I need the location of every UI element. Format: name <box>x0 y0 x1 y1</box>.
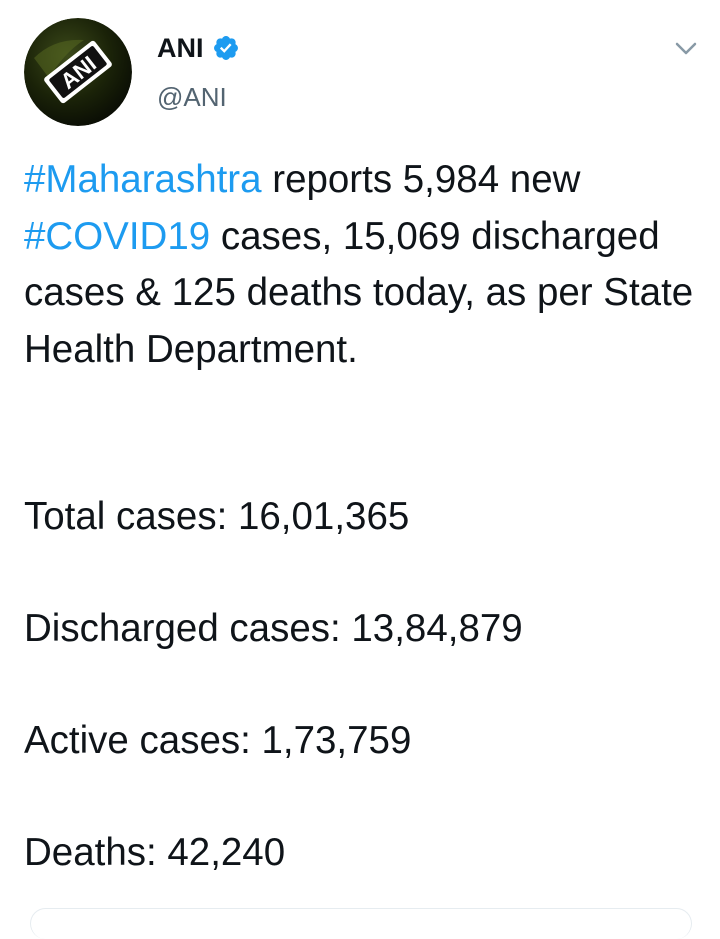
chevron-down-icon[interactable] <box>672 34 700 62</box>
author-display-name[interactable]: ANI <box>157 33 204 64</box>
ani-logo-icon: ANI <box>24 18 132 126</box>
stat-discharged-cases: Discharged cases: 13,84,879 <box>24 607 523 650</box>
avatar[interactable]: ANI <box>24 18 132 126</box>
tweet-intro: #Maharashtra reports 5,984 new #COVID19 … <box>24 152 704 378</box>
stat-total-cases: Total cases: 16,01,365 <box>24 495 410 538</box>
hashtag-link[interactable]: #Maharashtra <box>24 158 262 201</box>
hashtag-link[interactable]: #COVID19 <box>24 215 210 258</box>
tweet-body: #Maharashtra reports 5,984 new #COVID19 … <box>24 152 704 378</box>
tweet-text-segment: reports 5,984 new <box>261 158 581 201</box>
tweet: ANI ANI @ANI #Maharashtra reports 5,984 … <box>0 0 720 939</box>
author-name-row: ANI <box>157 30 240 66</box>
stat-active-cases: Active cases: 1,73,759 <box>24 719 412 762</box>
embedded-card-edge <box>30 908 692 939</box>
stat-deaths: Deaths: 42,240 <box>24 831 286 874</box>
author-handle[interactable]: @ANI <box>157 82 227 113</box>
verified-badge-icon <box>212 34 240 62</box>
